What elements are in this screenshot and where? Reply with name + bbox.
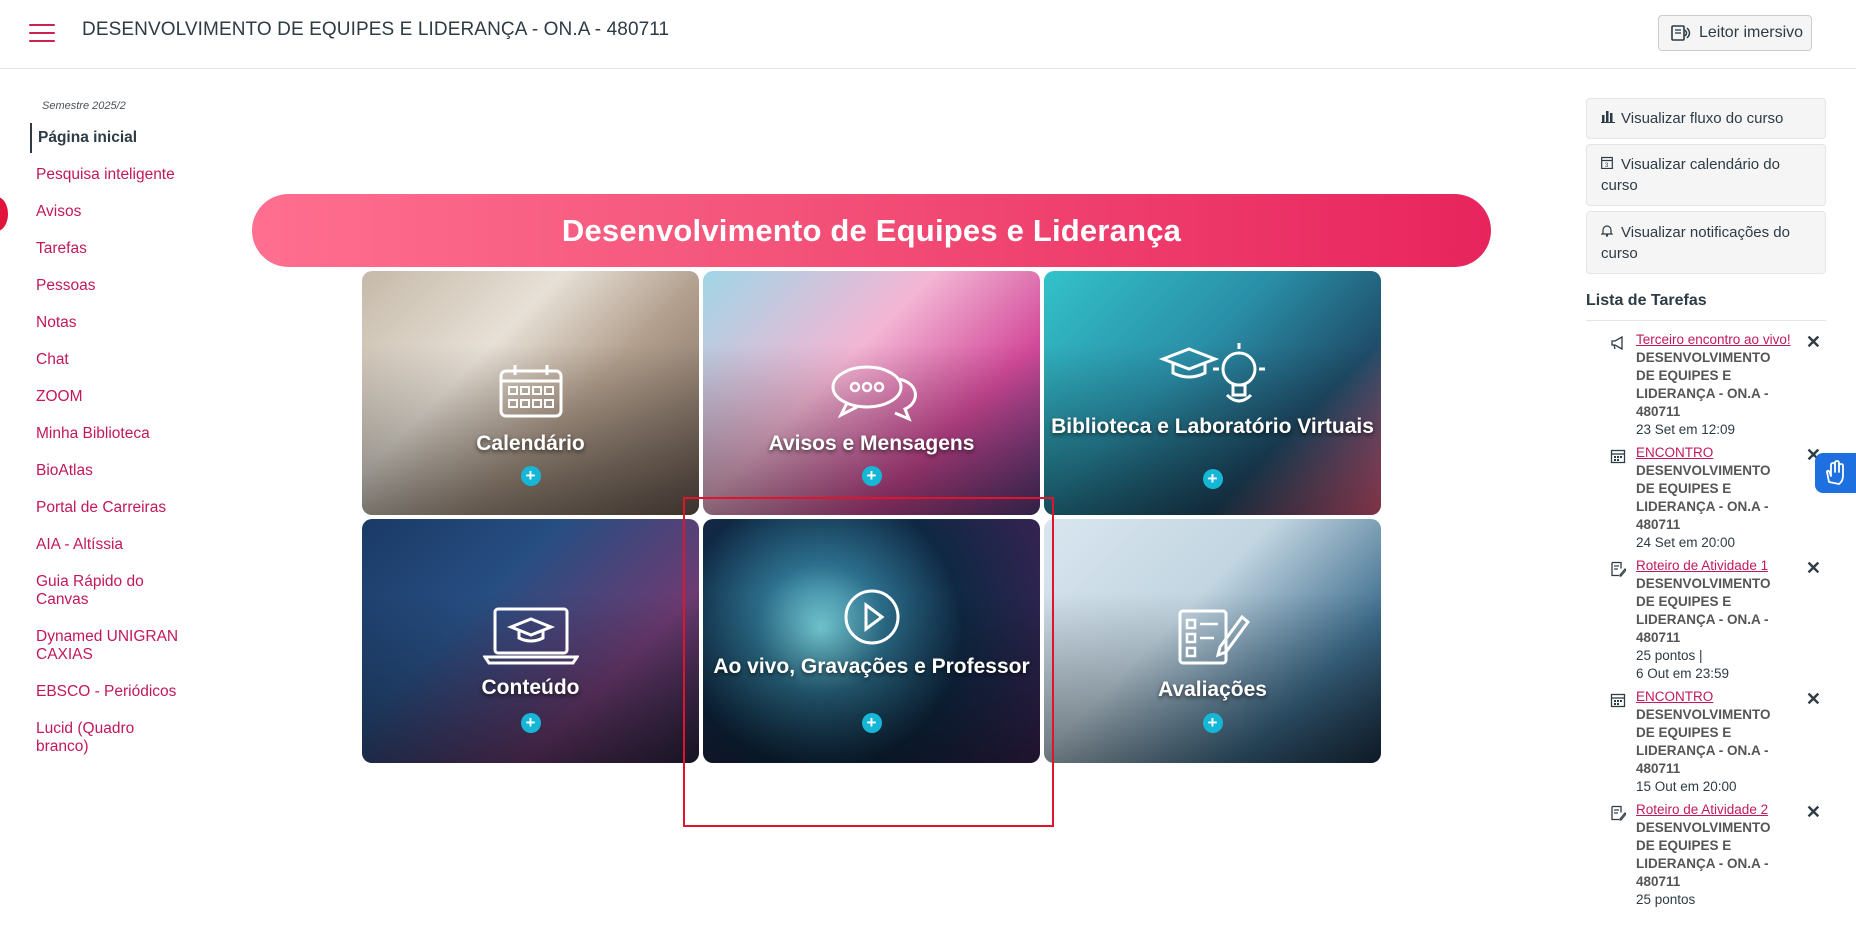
todo-link[interactable]: ENCONTRO — [1636, 688, 1792, 706]
nav-smart-search[interactable]: Pesquisa inteligente — [30, 166, 200, 184]
view-course-flow-button[interactable]: Visualizar fluxo do curso — [1586, 98, 1826, 139]
nav-assignments[interactable]: Tarefas — [30, 240, 200, 258]
tile-calendar[interactable]: Calendário + — [362, 271, 699, 515]
todo-date: 23 Set em 12:09 — [1636, 422, 1736, 437]
tile-label: Conteúdo — [481, 676, 580, 699]
todo-link[interactable]: Roteiro de Atividade 2 — [1636, 801, 1792, 819]
nav-announcements[interactable]: Avisos — [30, 203, 200, 221]
plus-icon[interactable]: + — [861, 466, 882, 486]
notification-dot — [0, 197, 8, 231]
nav-bioatlas[interactable]: BioAtlas — [30, 462, 200, 480]
tile-label: Biblioteca e Laboratório Virtuais — [1051, 415, 1374, 438]
todo-list-title: Lista de Tarefas — [1586, 292, 1707, 309]
todo-item: Roteiro de Atividade 2 DESENVOLVIMENTO D… — [1586, 801, 1826, 909]
tile-label: Avaliações — [1158, 678, 1267, 701]
megaphone-icon — [1611, 335, 1623, 351]
todo-course: DESENVOLVIMENTO DE EQUIPES E LIDERANÇA -… — [1636, 707, 1771, 776]
nav-ebsco[interactable]: EBSCO - Periódicos — [30, 683, 200, 701]
view-course-notifications-button[interactable]: Visualizar notificações do curso — [1586, 211, 1826, 274]
dismiss-icon[interactable]: ✕ — [1806, 803, 1821, 821]
bell-icon — [1600, 222, 1617, 243]
laptop-graduation-icon — [482, 607, 579, 665]
play-icon — [844, 589, 899, 645]
todo-item: Roteiro de Atividade 1 DESENVOLVIMENTO D… — [1586, 557, 1826, 683]
todo-date: 15 Out em 20:00 — [1636, 779, 1737, 794]
nav-dynamed[interactable]: Dynamed UNIGRAN CAXIAS — [30, 628, 190, 664]
checklist-icon — [1178, 609, 1250, 665]
todo-course: DESENVOLVIMENTO DE EQUIPES E LIDERANÇA -… — [1636, 576, 1771, 645]
tile-assessments[interactable]: Avaliações + — [1044, 519, 1381, 763]
hamburger-menu-icon[interactable] — [29, 24, 55, 44]
todo-course: DESENVOLVIMENTO DE EQUIPES E LIDERANÇA -… — [1636, 350, 1771, 419]
lightbulb-graduation-icon — [1158, 343, 1265, 403]
immersive-reader-icon — [1671, 25, 1691, 41]
todo-date: 24 Set em 20:00 — [1636, 535, 1736, 550]
immersive-reader-label: Leitor imersivo — [1699, 24, 1804, 41]
tile-label: Avisos e Mensagens — [768, 432, 975, 455]
hands-icon — [1825, 460, 1844, 485]
plus-icon[interactable]: + — [1202, 469, 1223, 489]
nav-aia-altissia[interactable]: AIA - Altíssia — [30, 536, 200, 554]
nav-grades[interactable]: Notas — [30, 314, 200, 332]
tile-content[interactable]: Conteúdo + — [362, 519, 699, 763]
todo-date: 6 Out em 23:59 — [1636, 666, 1730, 681]
calendar-icon — [1610, 693, 1626, 708]
todo-points: 25 pontos — [1636, 892, 1696, 907]
todo-course: DESENVOLVIMENTO DE EQUIPES E LIDERANÇA -… — [1636, 820, 1771, 889]
view-course-flow-label: Visualizar fluxo do curso — [1621, 110, 1784, 127]
todo-link[interactable]: ENCONTRO — [1636, 444, 1792, 462]
plus-icon[interactable]: + — [861, 713, 882, 733]
nav-zoom[interactable]: ZOOM — [30, 388, 200, 406]
tile-live-recordings-professor[interactable]: Ao vivo, Gravações e Professor + — [703, 519, 1040, 763]
semester-label: Semestre 2025/2 — [42, 100, 126, 112]
top-bar: DESENVOLVIMENTO DE EQUIPES E LIDERANÇA -… — [0, 0, 1856, 69]
todo-points: 25 pontos | — [1636, 648, 1703, 663]
nav-career-portal[interactable]: Portal de Carreiras — [30, 499, 200, 517]
nav-canvas-quick-guide[interactable]: Guia Rápido do Canvas — [30, 573, 180, 609]
calendar-icon — [1610, 449, 1626, 464]
todo-link[interactable]: Roteiro de Atividade 1 — [1636, 557, 1792, 575]
todo-item: ENCONTRO DESENVOLVIMENTO DE EQUIPES E LI… — [1586, 444, 1826, 552]
view-course-calendar-label: Visualizar calendário do curso — [1601, 156, 1780, 194]
course-navigation: Página inicial Pesquisa inteligente Avis… — [30, 123, 200, 775]
calendar-icon: 3 — [1601, 154, 1617, 175]
view-course-notifications-label: Visualizar notificações do curso — [1601, 223, 1790, 262]
dismiss-icon[interactable]: ✕ — [1806, 333, 1821, 351]
course-title: DESENVOLVIMENTO DE EQUIPES E LIDERANÇA -… — [82, 19, 670, 40]
dismiss-icon[interactable]: ✕ — [1806, 690, 1821, 708]
calendar-icon — [499, 365, 562, 418]
todo-link[interactable]: Terceiro encontro ao vivo! — [1636, 331, 1792, 349]
todo-item: ENCONTRO DESENVOLVIMENTO DE EQUIPES E LI… — [1586, 688, 1826, 796]
view-course-calendar-button[interactable]: 3 Visualizar calendário do curso — [1586, 144, 1826, 206]
assignment-icon — [1611, 561, 1626, 577]
tile-label: Ao vivo, Gravações e Professor — [713, 655, 1030, 678]
plus-icon[interactable]: + — [520, 466, 541, 486]
immersive-reader-button[interactable]: Leitor imersivo — [1658, 15, 1812, 51]
plus-icon[interactable]: + — [520, 713, 541, 733]
plus-icon[interactable]: + — [1202, 713, 1223, 733]
dismiss-icon[interactable]: ✕ — [1806, 559, 1821, 577]
chat-bubbles-icon — [831, 365, 917, 422]
nav-home[interactable]: Página inicial — [30, 123, 200, 153]
todo-item: Terceiro encontro ao vivo! DESENVOLVIMEN… — [1586, 331, 1826, 439]
todo-course: DESENVOLVIMENTO DE EQUIPES E LIDERANÇA -… — [1636, 463, 1771, 532]
nav-lucid[interactable]: Lucid (Quadro branco) — [30, 720, 160, 756]
tile-announcements-messages[interactable]: Avisos e Mensagens + — [703, 271, 1040, 515]
tile-library-virtual-labs[interactable]: Biblioteca e Laboratório Virtuais + — [1044, 271, 1381, 515]
assignment-icon — [1611, 805, 1626, 821]
todo-list: Terceiro encontro ao vivo! DESENVOLVIMEN… — [1586, 320, 1826, 909]
course-banner: Desenvolvimento de Equipes e Liderança — [252, 194, 1491, 267]
bar-chart-icon — [1601, 108, 1617, 129]
nav-people[interactable]: Pessoas — [30, 277, 200, 295]
accessibility-sign-language-button[interactable] — [1815, 453, 1856, 493]
nav-chat[interactable]: Chat — [30, 351, 200, 369]
tile-label: Calendário — [476, 432, 585, 455]
nav-my-library[interactable]: Minha Biblioteca — [30, 425, 200, 443]
banner-title: Desenvolvimento de Equipes e Liderança — [561, 212, 1182, 248]
